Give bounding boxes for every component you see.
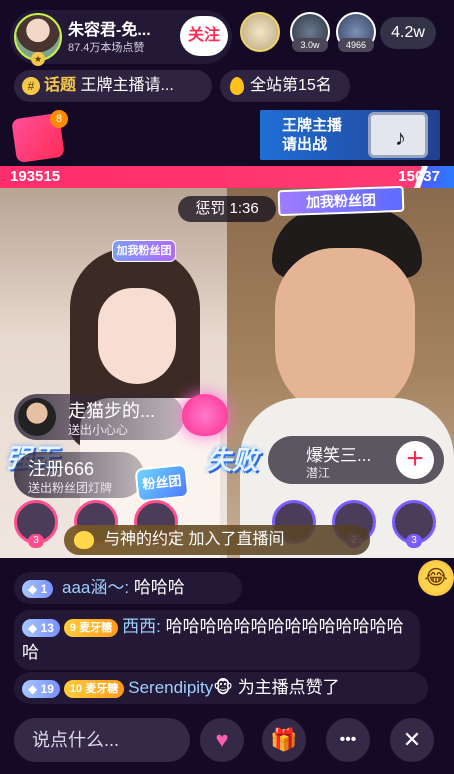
follow-button[interactable]: 关注 [180, 16, 228, 56]
comment-text: 哈哈哈 [133, 578, 185, 597]
user-level-badge: ◆ 13 [22, 618, 60, 637]
heart-icon [74, 531, 94, 549]
more-icon: ••• [339, 731, 357, 748]
toast-user-name: 注册666 [28, 459, 95, 479]
rank-text: 全站第15名 [250, 77, 332, 94]
viewer-count[interactable]: 4.2w [380, 17, 436, 49]
fan-level-badge: 10 麦牙糖 [63, 679, 125, 698]
topic-label: 话题 [44, 77, 77, 94]
challenge-banner[interactable]: 王牌主播请出战 ♪ [260, 110, 440, 160]
chat-input[interactable]: 说点什么... [14, 718, 190, 762]
gift-button[interactable]: 🎁 [262, 718, 306, 762]
join-fan-club-banner[interactable]: 加我粉丝团 [277, 185, 405, 217]
join-fan-club-tag[interactable]: 加我粉丝团 [112, 240, 176, 262]
opponent-pill[interactable]: 爆笑三... 潜江 + [268, 436, 444, 484]
user-level-badge: ◆ 1 [22, 579, 54, 598]
comment-text: 为主播点赞了 [237, 678, 340, 697]
close-icon: ✕ [402, 727, 422, 752]
gift-count-badge: 8 [50, 110, 68, 128]
host-likes: 87.4万本场点赞 [68, 42, 145, 54]
contributor-rank: 3 [28, 534, 44, 548]
entry-text: 与神的约定 加入了直播间 [104, 531, 285, 548]
star-badge-icon: ★ [31, 52, 45, 66]
opponent-name: 爆笑三... [306, 446, 372, 465]
user-level-badge: ◆ 19 [22, 679, 60, 698]
flame-icon [230, 76, 244, 95]
viewer-tag: 3.0w [292, 38, 328, 52]
hashtag-icon: # [22, 76, 40, 95]
gift-toast: 注册666 送出粉丝团灯牌 [14, 452, 144, 498]
host-name: 朱容君-免... [68, 22, 151, 39]
viewer-tag: 4966 [338, 38, 374, 52]
toast-user-name: 走猫步的... [68, 401, 156, 421]
monkey-emoji-icon: 🐵 [213, 678, 233, 697]
topic-pill[interactable]: # 话题 王牌主播请... [14, 70, 212, 102]
heart-gift-icon: ♥ [215, 727, 229, 752]
comment-user: aaa涵～: [61, 578, 130, 597]
comment-user: Serendipity [128, 678, 214, 697]
tiktok-icon: ♪ [368, 112, 428, 158]
gift-toast: 走猫步的... 送出小心心 [14, 394, 184, 440]
comment-item[interactable]: ◆ 1 aaa涵～: 哈哈哈 [14, 572, 242, 604]
challenge-text: 王牌主播请出战 [282, 117, 343, 153]
status-tag-right: 失败 [206, 445, 259, 475]
more-button[interactable]: ••• [326, 718, 370, 762]
contributor-rank: 3 [406, 534, 422, 548]
top-viewer-avatar[interactable] [240, 12, 280, 52]
fan-club-badge[interactable]: 粉丝团 [134, 463, 190, 503]
heart-gift-icon [182, 394, 228, 436]
comment-item[interactable]: ◆ 13 9 麦牙糖 西西: 哈哈哈哈哈哈哈哈哈哈哈哈哈哈哈 [14, 610, 420, 670]
pk-left-score: 193515 [10, 168, 61, 185]
laugh-emoji-icon: 😂 [418, 560, 454, 596]
avatar [18, 398, 56, 436]
comment-user: 西西: [122, 617, 161, 636]
comment-item[interactable]: ◆ 19 10 麦牙糖 Serendipity🐵 为主播点赞了 [14, 672, 428, 704]
fan-level-badge: 9 麦牙糖 [63, 618, 119, 637]
toast-gift-text: 送出粉丝团灯牌 [28, 481, 113, 495]
penalty-timer: 惩罚 1:36 [178, 196, 276, 222]
add-opponent-button[interactable]: + [396, 441, 434, 479]
pk-score-bar: 193515 15037 [0, 166, 454, 188]
gift-icon: 🎁 [270, 727, 298, 752]
pk-left-fill [0, 166, 421, 188]
pk-right-score: 15037 [398, 168, 440, 185]
close-button[interactable]: ✕ [390, 718, 434, 762]
toast-gift-text: 送出小心心 [68, 423, 129, 437]
rank-pill[interactable]: 全站第15名 [220, 70, 350, 102]
topic-text: 王牌主播请... [80, 77, 174, 94]
pk-video-area[interactable] [0, 188, 454, 558]
entry-notice: 与神的约定 加入了直播间 [64, 525, 370, 555]
heart-gift-button[interactable]: ♥ [200, 718, 244, 762]
opponent-location: 潜江 [306, 466, 331, 480]
